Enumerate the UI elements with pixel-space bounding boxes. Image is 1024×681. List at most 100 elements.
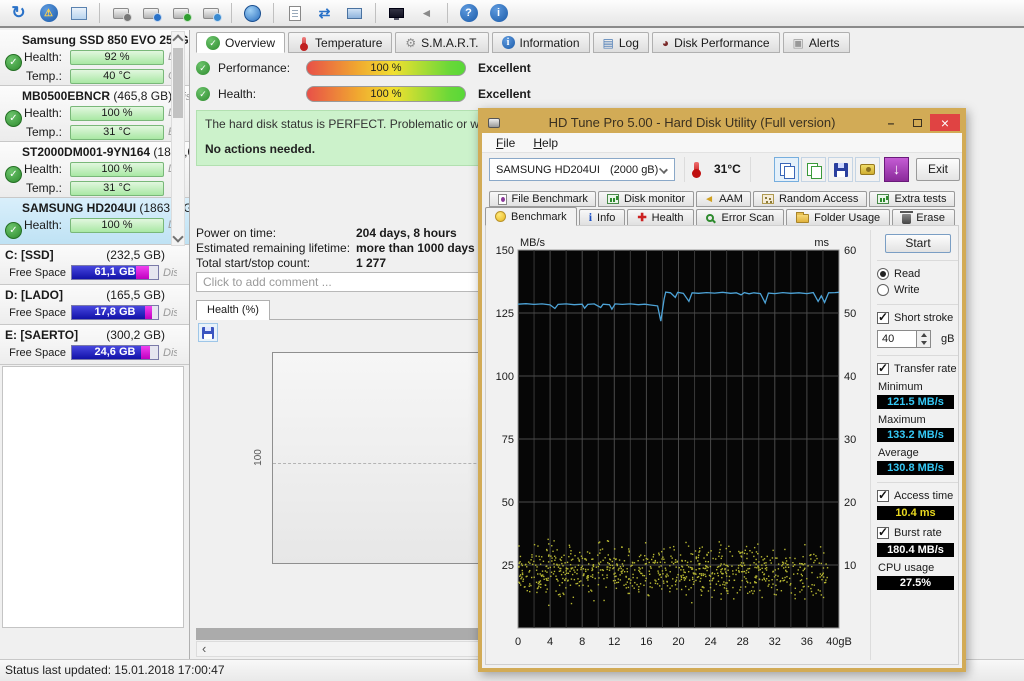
write-radio[interactable] bbox=[877, 284, 889, 296]
health-ok-icon bbox=[5, 166, 22, 183]
toolbar-separator bbox=[273, 3, 274, 23]
tab-information[interactable]: iInformation bbox=[492, 32, 590, 53]
toolbar-separator bbox=[447, 3, 448, 23]
write-label: Write bbox=[894, 284, 919, 296]
free-space-bar: 61,1 GB bbox=[71, 265, 159, 280]
performance-row: ✓ Performance: 100 % Excellent bbox=[196, 58, 531, 78]
tab-alerts[interactable]: ▣Alerts bbox=[783, 32, 850, 53]
disk-panel-icon[interactable] bbox=[66, 2, 91, 24]
burst-rate-value: 180.4 MB/s bbox=[877, 543, 954, 557]
partition-d[interactable]: D: [LADO](165,5 GB) Free Space 17,8 GB D… bbox=[0, 285, 189, 325]
tab-temperature[interactable]: Temperature bbox=[288, 32, 392, 53]
report-icon[interactable] bbox=[282, 2, 307, 24]
refresh-glyph: ↻ bbox=[11, 3, 25, 23]
tab-overview[interactable]: ✓Overview bbox=[196, 32, 285, 53]
short-stroke-stepper[interactable] bbox=[917, 330, 931, 348]
sync-icon[interactable]: ⇄ bbox=[312, 2, 337, 24]
close-button[interactable] bbox=[930, 114, 960, 131]
tab-benchmark[interactable]: Benchmark bbox=[485, 207, 577, 226]
burst-rate-checkbox[interactable] bbox=[877, 527, 889, 539]
save-button[interactable] bbox=[828, 157, 853, 182]
tab-smart[interactable]: ⚙S.M.A.R.T. bbox=[395, 32, 488, 53]
tab-error-scan[interactable]: Error Scan bbox=[696, 209, 785, 226]
device-dropdown[interactable]: SAMSUNG HD204UI (2000 gB) bbox=[489, 158, 675, 181]
menu-file[interactable]: File bbox=[488, 134, 523, 152]
warning-icon[interactable]: ⚠ bbox=[36, 2, 61, 24]
scroll-left-icon[interactable]: ‹ bbox=[197, 641, 211, 658]
save-chart-button[interactable] bbox=[198, 323, 218, 342]
help-icon[interactable]: ? bbox=[456, 2, 481, 24]
svg-text:20: 20 bbox=[844, 497, 856, 509]
monitor-icon[interactable] bbox=[384, 2, 409, 24]
partition-e[interactable]: E: [SAERTO](300,2 GB) Free Space 24,6 GB… bbox=[0, 325, 189, 365]
copy-green-icon bbox=[806, 162, 822, 178]
tab-health[interactable]: ✚Health bbox=[627, 209, 693, 226]
scroll-down-icon[interactable] bbox=[172, 231, 183, 242]
separator bbox=[877, 482, 958, 483]
hdtune-titlebar[interactable]: HD Tune Pro 5.00 - Hard Disk Utility (Fu… bbox=[482, 112, 962, 133]
tab-label: Information bbox=[520, 36, 580, 50]
short-stroke-input[interactable]: 40 bbox=[877, 330, 917, 348]
maximize-button[interactable] bbox=[904, 114, 930, 131]
refresh-icon[interactable]: ↻ bbox=[6, 2, 31, 24]
partition-c[interactable]: C: [SSD](232,5 GB) Free Space 61,1 GB Di… bbox=[0, 245, 189, 285]
disk-search-icon[interactable] bbox=[198, 2, 223, 24]
free-space-bar: 17,8 GB bbox=[71, 305, 159, 320]
page-icon bbox=[498, 194, 507, 205]
capture-download-button[interactable]: ↓ bbox=[884, 157, 909, 182]
temp-bar: 31 °C bbox=[70, 181, 164, 196]
magnifier-icon bbox=[706, 214, 714, 222]
sidebar-disk-samsung-ssd[interactable]: Samsung SSD 850 EVO 250GB (2 Health:92 %… bbox=[0, 30, 189, 86]
tab-disk-monitor[interactable]: Disk monitor bbox=[598, 191, 693, 207]
sidebar-disk-mb0500[interactable]: MB0500EBNCR (465,8 GB) Disk: Health:100 … bbox=[0, 86, 189, 142]
copy-image-button[interactable] bbox=[801, 157, 826, 182]
tab-file-benchmark[interactable]: File Benchmark bbox=[489, 191, 596, 207]
tab-aam[interactable]: ◄AAM bbox=[696, 191, 752, 207]
svg-text:150: 150 bbox=[496, 245, 514, 257]
tab-extra-tests[interactable]: Extra tests bbox=[869, 191, 955, 207]
info-icon[interactable]: i bbox=[486, 2, 511, 24]
remote-computer-icon[interactable] bbox=[342, 2, 367, 24]
start-button[interactable]: Start bbox=[885, 234, 951, 253]
device-name: SAMSUNG HD204UI bbox=[496, 164, 600, 176]
tab-health-percent[interactable]: Health (%) bbox=[196, 300, 270, 320]
screenshot-button[interactable] bbox=[855, 157, 880, 182]
short-stroke-label: Short stroke bbox=[894, 312, 953, 324]
minimize-button[interactable] bbox=[878, 114, 904, 131]
short-stroke-checkbox[interactable] bbox=[877, 312, 889, 324]
disk-clock-icon[interactable] bbox=[138, 2, 163, 24]
tab-log[interactable]: ▤Log bbox=[593, 32, 649, 53]
exit-button[interactable]: Exit bbox=[916, 158, 960, 181]
disk-ok-icon[interactable] bbox=[168, 2, 193, 24]
network-disk-icon[interactable] bbox=[240, 2, 265, 24]
tab-erase[interactable]: Erase bbox=[892, 209, 955, 226]
read-radio[interactable] bbox=[877, 268, 889, 280]
disk-tools-icon[interactable] bbox=[108, 2, 133, 24]
hdd-glyph bbox=[203, 8, 219, 19]
temp-label: Temp.: bbox=[0, 181, 62, 195]
sidebar-disk-st2000[interactable]: ST2000DM001-9YN164 (1863,0 Health:100 %D… bbox=[0, 142, 189, 198]
transfer-rate-checkbox[interactable] bbox=[877, 363, 889, 375]
tab-random-access[interactable]: Random Access bbox=[753, 191, 867, 207]
window-title: HD Tune Pro 5.00 - Hard Disk Utility (Fu… bbox=[506, 115, 878, 130]
disk-header: ST2000DM001-9YN164 (1863,0 bbox=[0, 145, 189, 159]
tab-label: Temperature bbox=[315, 36, 382, 50]
tab-folder-usage[interactable]: Folder Usage bbox=[786, 209, 890, 226]
cut-text: Disk bbox=[163, 307, 177, 319]
alerts-icon: ▣ bbox=[793, 36, 804, 50]
tab-disk-performance[interactable]: ◕Disk Performance bbox=[652, 32, 780, 53]
access-time-checkbox[interactable] bbox=[877, 490, 889, 502]
copy-clipboard-button[interactable] bbox=[774, 157, 799, 182]
svg-text:50: 50 bbox=[844, 308, 856, 320]
partition-name: D: [LADO] bbox=[5, 288, 63, 302]
disk-header: Samsung SSD 850 EVO 250GB (2 bbox=[0, 33, 189, 47]
sidebar-scrollbar[interactable] bbox=[171, 31, 185, 246]
scroll-up-icon[interactable] bbox=[172, 34, 183, 45]
health-axis-label: 100 bbox=[253, 449, 264, 466]
tab-info[interactable]: iInfo bbox=[579, 209, 626, 226]
menu-help[interactable]: Help bbox=[525, 134, 566, 152]
scroll-thumb[interactable] bbox=[173, 48, 183, 118]
separator bbox=[684, 157, 685, 182]
speaker-icon[interactable]: ◄ bbox=[414, 2, 439, 24]
sidebar-disk-hd204ui-selected[interactable]: SAMSUNG HD204UI (1863,0 GB) Health:100 %… bbox=[0, 198, 189, 245]
